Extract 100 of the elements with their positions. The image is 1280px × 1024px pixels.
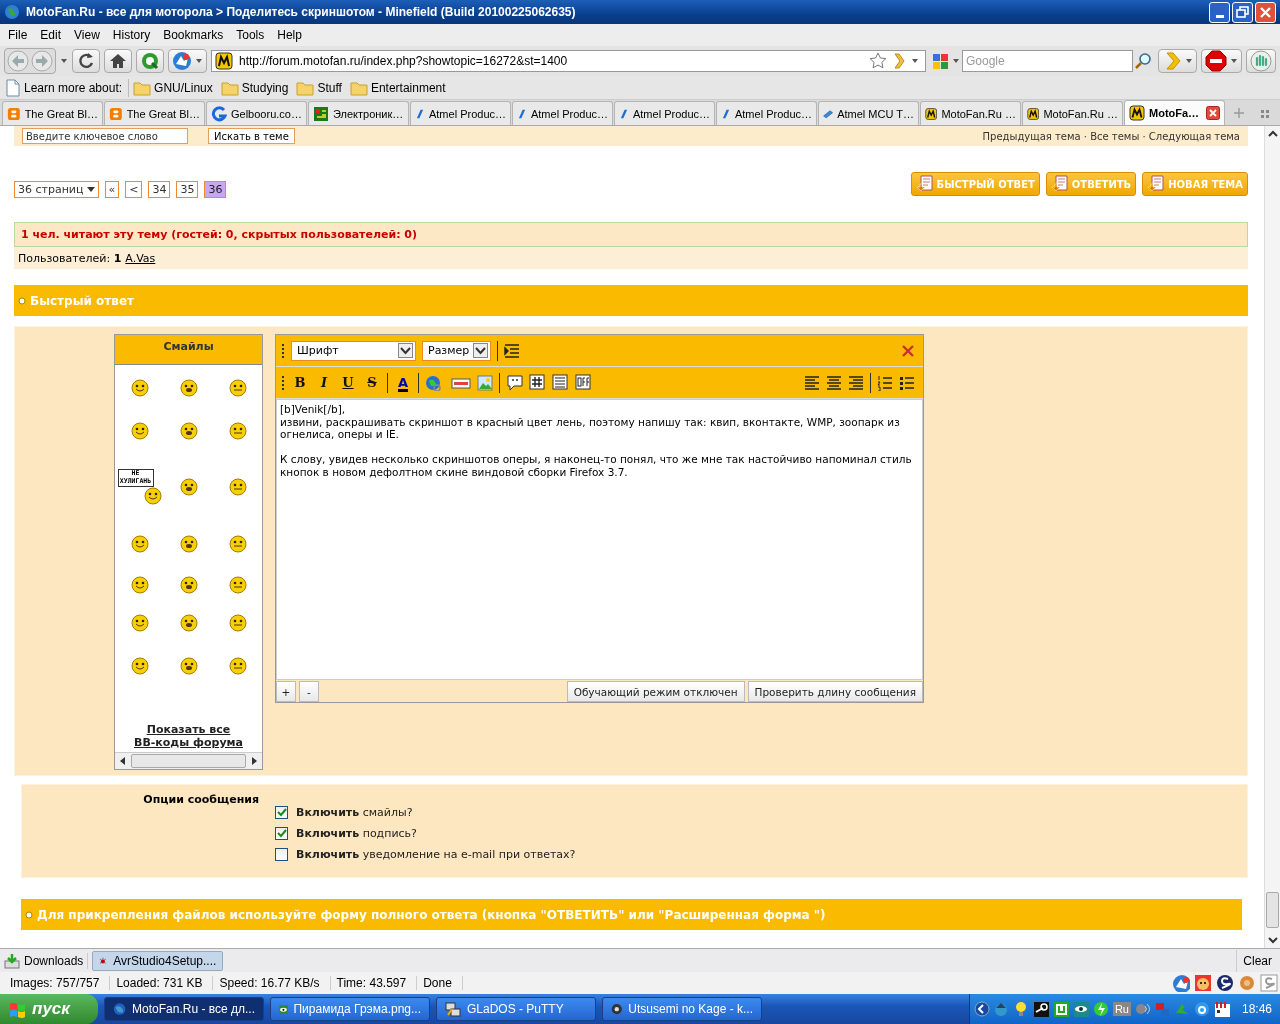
search-field[interactable]: Google bbox=[962, 50, 1133, 72]
engine-dropdown-icon[interactable] bbox=[952, 57, 960, 65]
smiley-icon[interactable] bbox=[130, 657, 149, 675]
language-indicator[interactable]: Ru bbox=[1112, 1002, 1131, 1016]
bullet-list-icon[interactable] bbox=[899, 374, 915, 391]
smiley-icon[interactable] bbox=[130, 421, 149, 440]
message-field[interactable]: [b]Venik[/b], извини, раскрашивать скриншот в красный цвет лень, поэтому напишу так: квип, вконтакте, WMP, зоопарк из огнелиса, оперы и IE. К слову, увидев несколько скриншотов оперы, я наконец-то понял, что же мне так настойчиво напоминал стиль кнопок в новом дефолтном скине виндовой сборки Firefox 3.7. bbox=[276, 399, 923, 680]
search-engine-icon[interactable] bbox=[931, 51, 950, 71]
taskbar-button[interactable]: GLaDOS - PuTTY bbox=[436, 997, 596, 1021]
browser-tab[interactable]: The Great Bl… bbox=[2, 101, 103, 125]
list-box-icon[interactable] bbox=[552, 374, 569, 391]
smiley-icon[interactable] bbox=[130, 379, 149, 397]
format-button[interactable]: B bbox=[291, 372, 309, 393]
page-link[interactable]: 36 bbox=[204, 180, 227, 198]
format-button[interactable]: I bbox=[315, 372, 333, 393]
reload-button[interactable] bbox=[72, 49, 100, 73]
browser-tab[interactable]: MotoFan.Ru … bbox=[920, 101, 1021, 125]
taskbar-button[interactable]: MotoFan.Ru - все дл... bbox=[104, 997, 264, 1021]
text-color-button[interactable]: A bbox=[394, 372, 412, 393]
bookmark-folder[interactable]: Studying bbox=[220, 79, 289, 96]
font-select[interactable]: Шрифт bbox=[291, 340, 416, 361]
browser-tab[interactable]: MotoFan.Ru … bbox=[1022, 101, 1123, 125]
url-dropdown-icon[interactable] bbox=[911, 57, 919, 65]
off-tag-icon[interactable] bbox=[575, 374, 592, 391]
user-link[interactable]: A.Vas bbox=[125, 251, 156, 265]
indent-icon[interactable] bbox=[504, 342, 521, 359]
search-topic-button[interactable]: Искать в теме bbox=[208, 128, 295, 144]
page-nav-button[interactable]: « bbox=[104, 180, 120, 198]
scrollbar-thumb[interactable] bbox=[1266, 892, 1279, 928]
smiley-icon[interactable] bbox=[179, 478, 198, 496]
tray-expand-icon[interactable] bbox=[973, 1001, 990, 1017]
code-icon[interactable] bbox=[529, 374, 546, 391]
menu-item[interactable]: Bookmarks bbox=[158, 28, 232, 42]
smiley-icon[interactable] bbox=[228, 379, 247, 397]
browser-tab[interactable]: Электроник… bbox=[308, 101, 409, 125]
smiley-link[interactable]: BB-коды форума bbox=[134, 736, 243, 749]
smiley-icon[interactable] bbox=[179, 614, 198, 632]
keyword-field[interactable]: Введите ключевое слово bbox=[22, 128, 188, 144]
pages-dropdown[interactable]: 36 страниц bbox=[14, 180, 99, 198]
topic-navigation[interactable]: Предыдущая тема · Все темы · Следующая тема bbox=[982, 130, 1240, 142]
checkbox[interactable] bbox=[275, 806, 288, 819]
smiley-icon[interactable] bbox=[179, 421, 198, 440]
align-right-icon[interactable] bbox=[848, 374, 864, 391]
smiley-icon[interactable] bbox=[228, 534, 247, 553]
page-nav-button[interactable]: < bbox=[125, 180, 143, 198]
smiley-icon[interactable] bbox=[179, 534, 198, 553]
smiley-icon[interactable] bbox=[228, 576, 247, 594]
browser-tab[interactable]: Atmel Produc… bbox=[512, 101, 613, 125]
hand-button[interactable] bbox=[1246, 49, 1276, 73]
smiley-icon[interactable] bbox=[179, 657, 198, 675]
smiley-icon[interactable] bbox=[130, 576, 149, 594]
smiley-icon[interactable] bbox=[228, 421, 247, 440]
tray-icon[interactable] bbox=[1032, 1000, 1050, 1018]
size-select[interactable]: Размер bbox=[422, 340, 492, 361]
adblock-button[interactable] bbox=[1201, 49, 1242, 73]
checkbox[interactable] bbox=[275, 848, 288, 861]
smiley-icon[interactable] bbox=[228, 478, 247, 496]
addon-status-icon[interactable] bbox=[1216, 974, 1234, 992]
search-icon[interactable] bbox=[1135, 52, 1153, 70]
taskbar-button[interactable]: Utsusemi no Kage - k... bbox=[602, 997, 762, 1021]
menu-item[interactable]: File bbox=[3, 28, 36, 42]
browser-tab[interactable]: MotoFa… bbox=[1124, 100, 1225, 125]
format-button[interactable]: U bbox=[339, 372, 357, 393]
smiley-icon[interactable] bbox=[130, 534, 149, 553]
download-item[interactable]: AvrStudio4Setup.... bbox=[92, 950, 224, 971]
smiley-icon[interactable] bbox=[130, 614, 149, 632]
smiley-link[interactable]: Показать все bbox=[146, 723, 231, 736]
tab-list-icon[interactable] bbox=[1259, 108, 1271, 120]
tray-icon[interactable] bbox=[1213, 1000, 1231, 1018]
editor-button[interactable]: Проверить длину сообщения bbox=[747, 681, 923, 702]
numbered-list-icon[interactable] bbox=[877, 374, 893, 391]
smiley-icon[interactable] bbox=[179, 576, 198, 594]
bookmark-star-icon[interactable] bbox=[869, 52, 887, 70]
browser-tab[interactable]: Atmel Produc… bbox=[410, 101, 511, 125]
menu-item[interactable]: Edit bbox=[35, 28, 70, 42]
smiley-icon[interactable] bbox=[228, 657, 247, 675]
extension-button[interactable] bbox=[168, 49, 207, 73]
feed-chevron-icon[interactable] bbox=[893, 52, 905, 70]
format-button[interactable]: S bbox=[363, 372, 381, 393]
resize-button[interactable]: + bbox=[276, 681, 296, 702]
smiley-icon[interactable] bbox=[228, 614, 247, 632]
history-dropdown-icon[interactable] bbox=[60, 57, 68, 65]
align-left-icon[interactable] bbox=[804, 374, 820, 391]
close-button[interactable] bbox=[1255, 1, 1276, 23]
close-tab-icon[interactable] bbox=[1206, 106, 1220, 120]
bookmark-label[interactable]: Learn more about: bbox=[24, 80, 123, 95]
home-button[interactable] bbox=[104, 49, 132, 73]
browser-tab[interactable]: Atmel Produc… bbox=[614, 101, 715, 125]
downloads-button[interactable]: Downloads bbox=[4, 952, 89, 969]
quote-icon[interactable] bbox=[506, 374, 523, 391]
resize-button[interactable]: - bbox=[299, 681, 319, 702]
close-icon[interactable] bbox=[901, 343, 915, 358]
horizontal-scrollbar[interactable] bbox=[115, 752, 262, 769]
maximize-button[interactable] bbox=[1232, 1, 1253, 23]
vertical-scrollbar[interactable] bbox=[1264, 126, 1280, 948]
taskbar-button[interactable]: Пирамида Грэма.png... bbox=[270, 997, 430, 1021]
smiley-icon[interactable] bbox=[179, 379, 198, 397]
menu-item[interactable]: Help bbox=[272, 28, 310, 42]
editor-button[interactable]: Обучающий режим отключен bbox=[566, 681, 745, 702]
menu-item[interactable]: History bbox=[107, 28, 159, 42]
